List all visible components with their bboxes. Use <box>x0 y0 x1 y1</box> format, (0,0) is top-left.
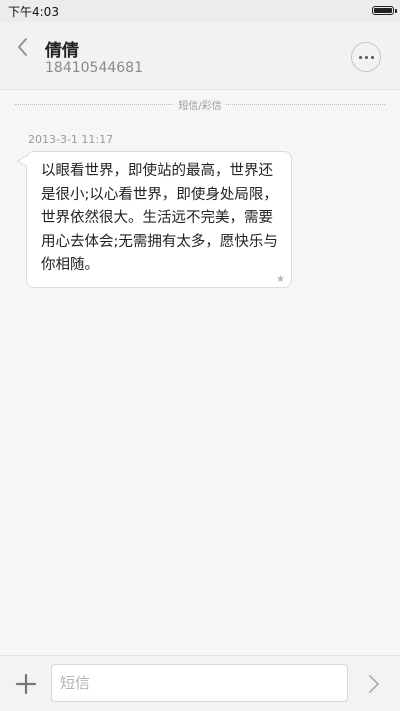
back-button[interactable] <box>12 34 36 60</box>
plus-icon <box>15 673 37 695</box>
more-button[interactable] <box>351 42 381 72</box>
battery-tip <box>395 9 397 13</box>
send-button[interactable] <box>364 672 384 696</box>
contact-number: 18410544681 <box>45 60 143 76</box>
battery-icon <box>372 6 394 15</box>
more-horizontal-icon-dot <box>371 56 374 59</box>
more-horizontal-icon-dot <box>359 56 362 59</box>
chevron-left-icon <box>18 38 27 56</box>
message-timestamp: 2013-3-1 11:17 <box>28 133 114 146</box>
composer-bar <box>0 655 400 711</box>
sms-conversation-screen: 下午4:03 倩倩 18410544681 短信/彩信 2013-3-1 11:… <box>0 0 400 711</box>
bubble-tail <box>19 156 27 166</box>
status-time: 下午4:03 <box>8 5 59 19</box>
more-horizontal-icon-dot <box>365 56 368 59</box>
status-bar: 下午4:03 <box>0 0 400 22</box>
message-type-divider: 短信/彩信 <box>15 97 385 112</box>
message-type-label: 短信/彩信 <box>15 97 385 112</box>
add-attachment-button[interactable] <box>15 673 37 695</box>
conversation-header: 倩倩 18410544681 <box>0 22 400 90</box>
battery-level-fill <box>374 8 392 13</box>
incoming-message-bubble[interactable]: 以眼看世界，即使站的最高，世界还是很小;以心看世界，即使身处局限，世界依然很大。… <box>26 151 292 288</box>
message-input[interactable] <box>51 664 348 702</box>
message-text: 以眼看世界，即使站的最高，世界还是很小;以心看世界，即使身处局限，世界依然很大。… <box>41 163 278 273</box>
send-chevron-icon <box>369 675 379 693</box>
message-type-text: 短信/彩信 <box>174 101 226 112</box>
star-icon: ★ <box>276 274 285 285</box>
contact-name[interactable]: 倩倩 <box>45 36 79 61</box>
